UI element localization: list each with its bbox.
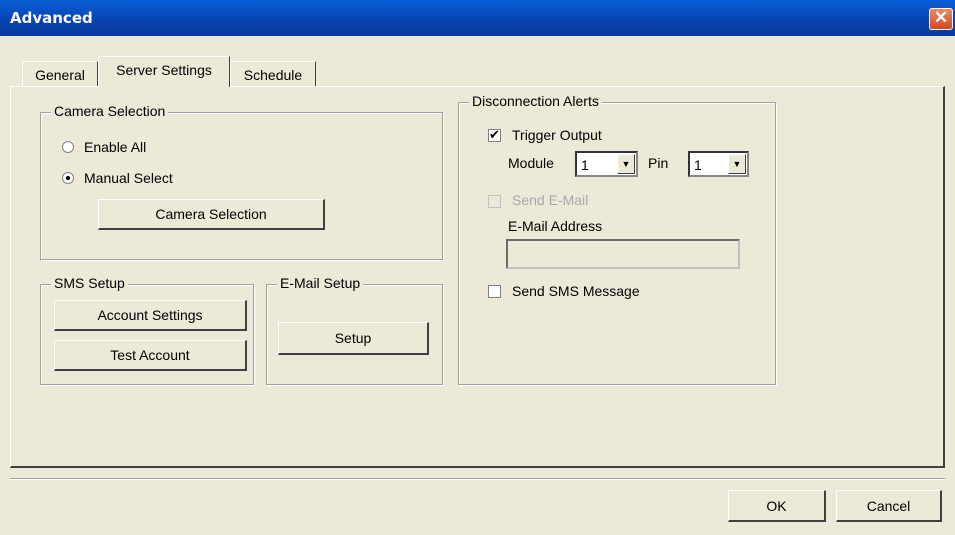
- email-address-field[interactable]: [506, 239, 740, 269]
- test-account-button-label: Test Account: [110, 347, 190, 363]
- cancel-button-label: Cancel: [866, 498, 911, 514]
- camera-selection-button-label: Camera Selection: [155, 206, 267, 222]
- trigger-output-label[interactable]: Trigger Output: [512, 127, 602, 143]
- close-icon: ✕: [933, 8, 949, 27]
- account-settings-button-label: Account Settings: [97, 307, 203, 323]
- tab-server-settings[interactable]: Server Settings: [98, 56, 230, 87]
- email-address-label: E-Mail Address: [508, 218, 603, 234]
- disconnection-alerts-group-label: Disconnection Alerts: [469, 93, 602, 109]
- send-sms-checkbox[interactable]: [488, 285, 501, 298]
- enable-all-label[interactable]: Enable All: [84, 139, 146, 155]
- close-button[interactable]: ✕: [929, 8, 953, 30]
- camera-selection-group-label: Camera Selection: [51, 103, 169, 119]
- manual-select-radio[interactable]: [62, 172, 74, 184]
- send-sms-label[interactable]: Send SMS Message: [512, 283, 640, 299]
- email-setup-button-label: Setup: [334, 330, 372, 346]
- test-account-button[interactable]: Test Account: [54, 340, 247, 371]
- ok-button[interactable]: OK: [728, 490, 826, 522]
- checkmark-icon: ✔: [489, 128, 500, 143]
- ok-button-label: OK: [766, 498, 787, 514]
- tab-server-settings-label: Server Settings: [116, 62, 212, 78]
- radio-selected-dot: [66, 176, 70, 180]
- trigger-output-checkbox[interactable]: ✔: [488, 129, 501, 142]
- tab-general[interactable]: General: [22, 61, 98, 87]
- window-title: Advanced: [10, 9, 93, 27]
- tab-schedule[interactable]: Schedule: [230, 61, 316, 87]
- manual-select-label[interactable]: Manual Select: [84, 170, 173, 186]
- pin-label: Pin: [648, 155, 669, 171]
- pin-dropdown-value: 1: [694, 157, 702, 173]
- cancel-button[interactable]: Cancel: [836, 490, 942, 522]
- account-settings-button[interactable]: Account Settings: [54, 300, 247, 331]
- sms-setup-group-label: SMS Setup: [51, 275, 128, 291]
- send-email-label[interactable]: Send E-Mail: [512, 192, 588, 208]
- module-label: Module: [508, 155, 554, 171]
- camera-selection-group: Camera Selection: [40, 103, 443, 260]
- email-setup-button[interactable]: Setup: [278, 322, 429, 355]
- module-dropdown-value: 1: [581, 157, 589, 173]
- enable-all-radio[interactable]: [62, 141, 74, 153]
- chevron-down-icon[interactable]: ▼: [617, 154, 635, 174]
- footer-separator: [10, 478, 945, 480]
- chevron-down-icon[interactable]: ▼: [728, 154, 746, 174]
- email-setup-group-label: E-Mail Setup: [277, 275, 364, 291]
- send-email-checkbox[interactable]: [488, 195, 501, 208]
- title-bar[interactable]: Advanced ✕: [0, 0, 955, 36]
- module-dropdown[interactable]: 1 ▼: [575, 151, 638, 177]
- tab-schedule-label: Schedule: [243, 67, 303, 83]
- advanced-dialog: Advanced ✕ General Server Settings Sched…: [0, 0, 955, 535]
- pin-dropdown[interactable]: 1 ▼: [688, 151, 749, 177]
- tab-general-label: General: [35, 67, 85, 83]
- camera-selection-button[interactable]: Camera Selection: [98, 199, 325, 230]
